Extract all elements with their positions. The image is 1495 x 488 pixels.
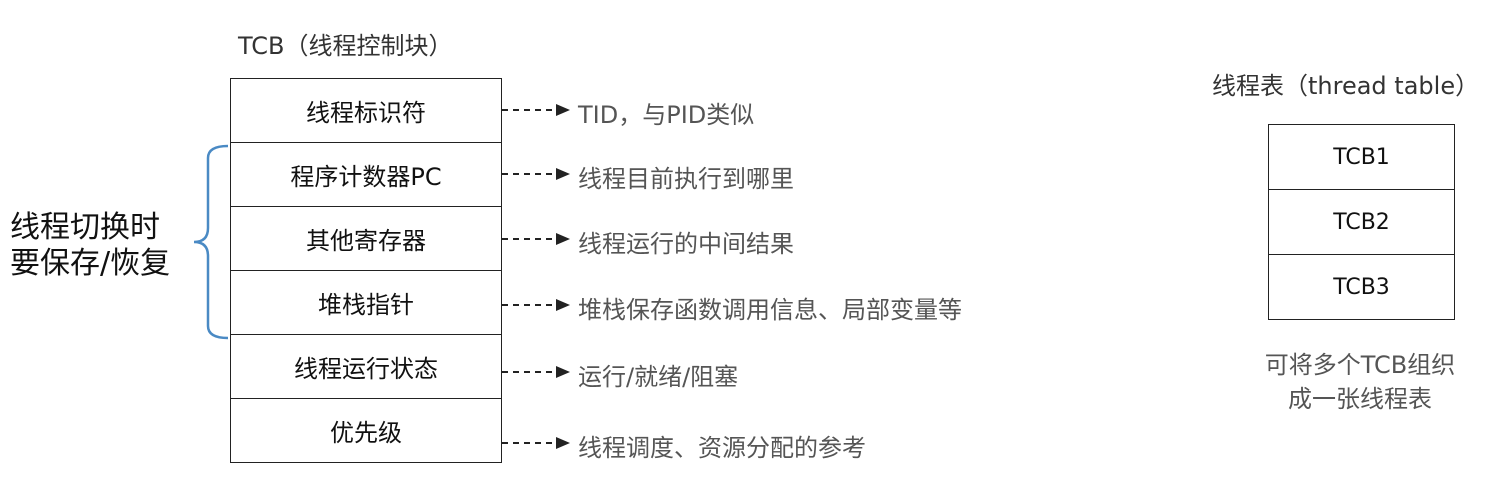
arrow-stack-pointer <box>502 299 570 311</box>
note-tid: TID，与PID类似 <box>578 101 755 129</box>
tcb-field-stack-pointer: 堆栈指针 <box>231 270 501 334</box>
switch-label-line-1: 线程切换时 <box>10 210 160 245</box>
thread-table-box: TCB1 TCB2 TCB3 <box>1268 124 1455 320</box>
arrow-state <box>502 366 570 378</box>
note-state: 运行/就绪/阻塞 <box>578 363 739 391</box>
tcb-field-registers: 其他寄存器 <box>231 206 501 270</box>
note-stack-pointer: 堆栈保存函数调用信息、局部变量等 <box>578 296 962 324</box>
curly-brace <box>193 144 229 340</box>
tcb-field-pc: 程序计数器PC <box>231 142 501 206</box>
thread-table-caption: 可将多个TCB组织 成一张线程表 <box>1230 348 1490 416</box>
tcb-title: TCB（线程控制块） <box>238 32 453 60</box>
tcb-field-state: 线程运行状态 <box>231 334 501 398</box>
note-pc: 线程目前执行到哪里 <box>578 165 794 193</box>
note-priority: 线程调度、资源分配的参考 <box>578 434 866 462</box>
arrow-pc <box>502 168 570 180</box>
note-registers: 线程运行的中间结果 <box>578 230 794 258</box>
arrow-priority <box>502 437 570 449</box>
thread-table-title: 线程表（thread table） <box>1212 72 1480 100</box>
thread-table-row-3: TCB3 <box>1269 254 1454 319</box>
tcb-box: 线程标识符 程序计数器PC 其他寄存器 堆栈指针 线程运行状态 优先级 <box>230 78 502 463</box>
arrow-registers <box>502 233 570 245</box>
caption-line-2: 成一张线程表 <box>1288 385 1432 413</box>
switch-label: 线程切换时 要保存/恢复 <box>10 210 170 282</box>
switch-label-line-2: 要保存/恢复 <box>10 246 171 281</box>
tcb-field-priority: 优先级 <box>231 398 501 462</box>
caption-line-1: 可将多个TCB组织 <box>1264 351 1456 379</box>
tcb-field-tid: 线程标识符 <box>306 99 426 127</box>
thread-table-row-2: TCB2 <box>1269 189 1454 254</box>
arrow-tid <box>502 104 570 116</box>
thread-table-row-1: TCB1 <box>1333 144 1390 170</box>
